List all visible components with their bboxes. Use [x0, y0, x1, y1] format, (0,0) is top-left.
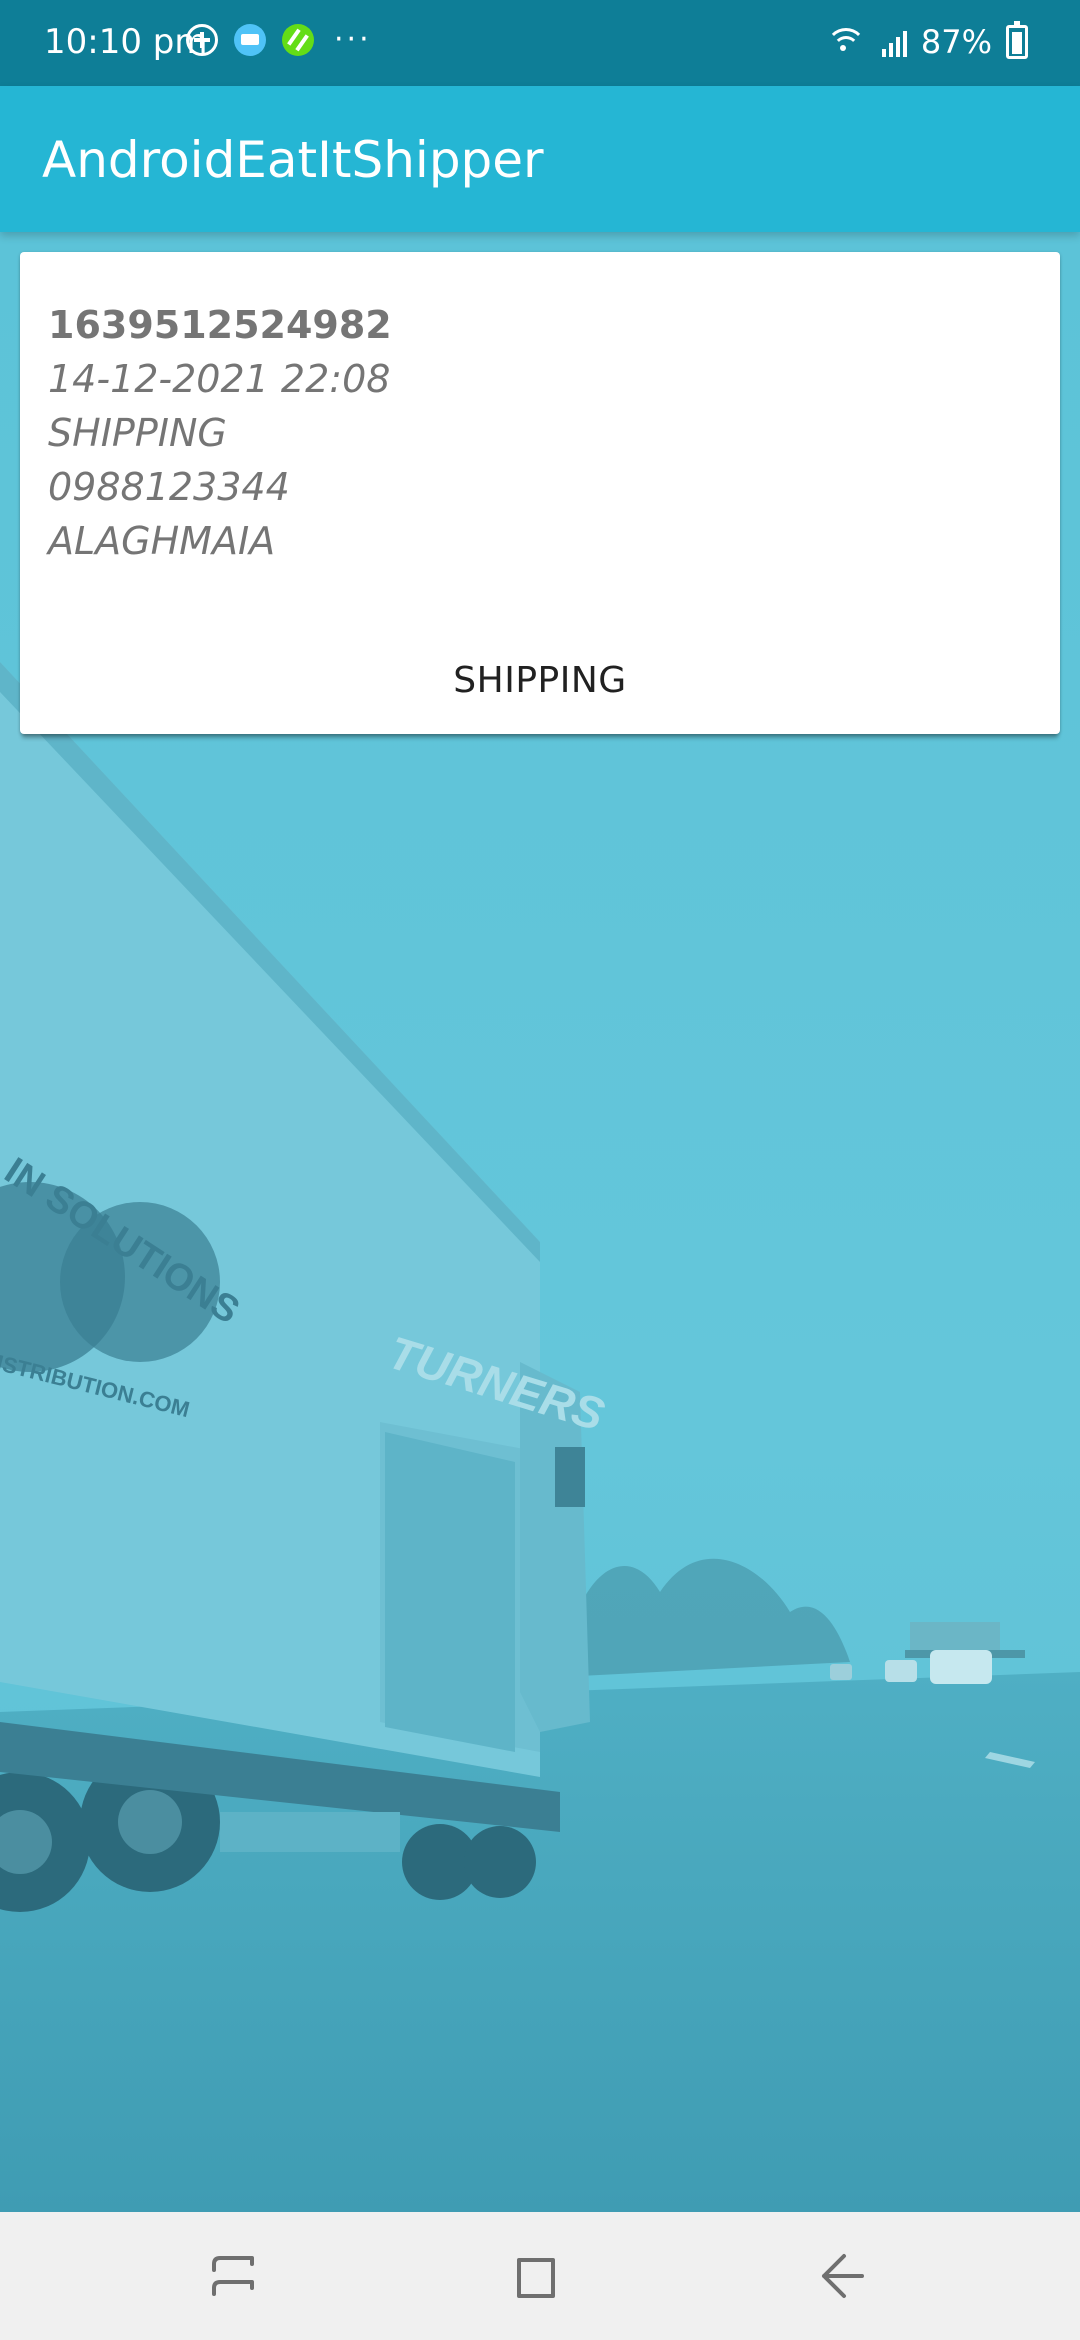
- delivery-truck-icon: [234, 24, 266, 56]
- app-bar: AndroidEatItShipper: [0, 86, 1080, 232]
- app-title: AndroidEatItShipper: [42, 131, 544, 189]
- shipping-button[interactable]: SHIPPING: [20, 636, 1060, 726]
- status-bar: 10:10 pm ··· 87%: [0, 0, 1080, 86]
- back-icon[interactable]: [800, 2236, 880, 2316]
- order-status: SHIPPING: [48, 411, 227, 455]
- order-card[interactable]: 1639512524982 14-12-2021 22:08 SHIPPING …: [20, 252, 1060, 734]
- notification-icons: ···: [186, 24, 372, 56]
- system-status-icons: 87%: [824, 21, 1028, 62]
- home-icon[interactable]: [497, 2236, 577, 2316]
- status-time: 10:10 pm: [44, 22, 208, 62]
- wifi-icon: [824, 26, 868, 58]
- order-id: 1639512524982: [48, 303, 392, 347]
- more-dots-icon: ···: [334, 22, 372, 57]
- order-phone: 0988123344: [48, 465, 290, 509]
- battery-charging-icon: [1006, 21, 1028, 59]
- recents-icon[interactable]: [196, 2236, 276, 2316]
- screen: IN SOLUTIONS ISTRIBUTION.COM TURNERS 10:…: [0, 0, 1080, 2340]
- navigation-bar: [0, 2212, 1080, 2340]
- order-date: 14-12-2021 22:08: [48, 357, 391, 401]
- signal-icon: [881, 27, 907, 57]
- order-address: ALAGHMAIA: [48, 519, 276, 563]
- add-circle-icon: [186, 24, 218, 56]
- food-app-icon: [282, 24, 314, 56]
- battery-percent: 87%: [920, 23, 992, 61]
